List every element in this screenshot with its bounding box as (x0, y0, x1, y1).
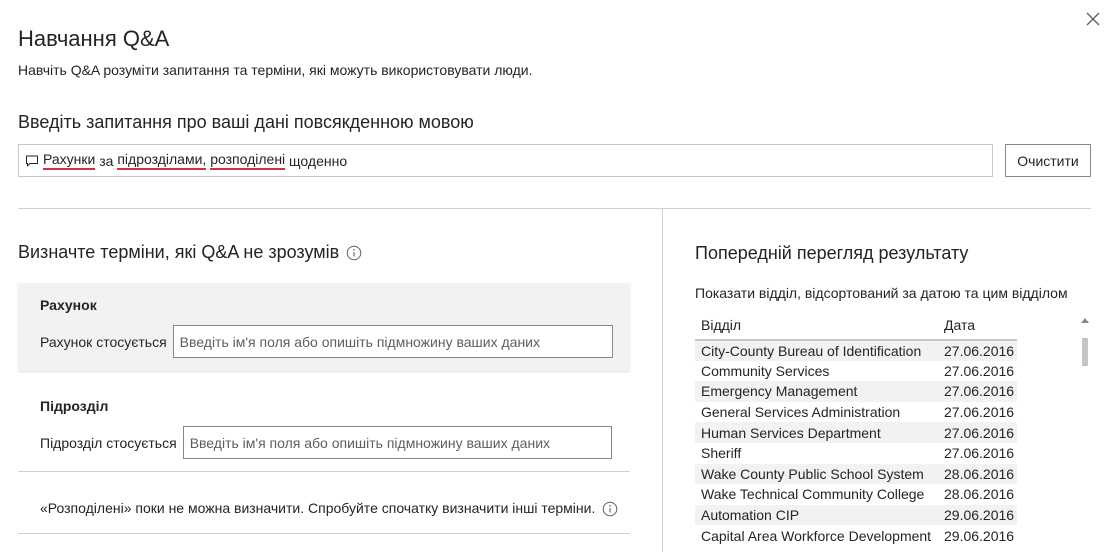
preview-scrollbar[interactable] (1080, 314, 1090, 552)
table-cell-date: 27.06.2016 (938, 422, 1017, 443)
table-cell-date: 29.06.2016 (938, 525, 1017, 546)
table-row: Wake Technical Community College 28.06.2… (695, 484, 1017, 505)
table-cell-department: Emergency Management (695, 381, 938, 402)
term-relation-label: Рахунок стосується (40, 333, 167, 350)
info-icon[interactable] (602, 501, 618, 516)
table-row: Community Services 27.06.2016 (695, 360, 1017, 382)
note-divider (18, 533, 630, 534)
question-token: щоденно (285, 152, 348, 169)
term-definition-input[interactable] (182, 426, 612, 459)
table-row: Automation CIP 29.06.2016 (695, 504, 1017, 526)
term-definition-row: Рахунок стосується (40, 325, 613, 358)
term-name: Підрозділ (40, 398, 109, 414)
panel-divider (662, 209, 663, 552)
dialog-subtitle: Навчіть Q&A розуміти запитання та термін… (18, 62, 533, 78)
table-cell-department: City-County Bureau of Identification (695, 340, 938, 361)
table-header-row: Відділ Дата (695, 310, 1017, 341)
table-row: City-County Bureau of Identification 27.… (695, 340, 1017, 361)
table-cell-department: General Services Administration (695, 401, 938, 423)
term-name: Рахунок (40, 297, 97, 313)
term-definition-input[interactable] (172, 325, 613, 358)
note-text: «Розподілені» поки не можна визначити. С… (40, 500, 596, 516)
table-row: General Services Administration 27.06.20… (695, 401, 1017, 423)
table-row: Sheriff 27.06.2016 (695, 442, 1017, 464)
table-cell-department: Wake Technical Community College (695, 484, 938, 505)
close-button[interactable] (1084, 10, 1102, 28)
term-card-rakhunok[interactable]: Рахунок Рахунок стосується (18, 283, 630, 371)
undefinable-term-note: «Розподілені» поки не можна визначити. С… (40, 500, 618, 516)
table-row: Human Services Department 27.06.2016 (695, 422, 1017, 443)
table-row: Wake County Public School System 28.06.2… (695, 463, 1017, 485)
table-cell-date: 27.06.2016 (938, 442, 1017, 464)
table-cell-department: Human Services Department (695, 422, 938, 443)
clear-button[interactable]: Очистити (1005, 144, 1091, 177)
table-row: Capital Area Workforce Development 29.06… (695, 525, 1017, 546)
scroll-up-arrow-icon[interactable] (1081, 318, 1089, 323)
question-token: за (95, 152, 118, 169)
question-token-flagged[interactable]: Рахунки (43, 151, 96, 170)
table-cell-department: Capital Area Workforce Development (695, 525, 938, 546)
table-cell-date: 27.06.2016 (938, 381, 1017, 402)
term-card-pidrozdil[interactable]: Підрозділ Підрозділ стосується (18, 384, 630, 472)
table-cell-department: Wake County Public School System (695, 463, 938, 485)
table-cell-department: Sheriff (695, 442, 938, 464)
scroll-thumb[interactable] (1082, 338, 1088, 366)
question-input[interactable]: Рахунки за підрозділами, розподілені щод… (18, 144, 993, 177)
table-row: Emergency Management 27.06.2016 (695, 381, 1017, 402)
question-label: Введіть запитання про ваші дані повсякде… (18, 112, 474, 132)
table-cell-date: 27.06.2016 (938, 401, 1017, 423)
define-terms-heading: Визначте терміни, які Q&A не зрозумів (18, 242, 362, 263)
table-cell-date: 27.06.2016 (938, 340, 1017, 361)
dialog-title: Навчання Q&A (18, 26, 170, 51)
preview-table: Відділ Дата City-County Bureau of Identi… (695, 310, 1017, 546)
table-cell-date: 29.06.2016 (938, 504, 1017, 526)
question-token-flagged[interactable]: підрозділами, (117, 151, 207, 170)
preview-subtitle: Показати відділ, відсортований за датою … (695, 285, 1068, 301)
table-cell-date: 28.06.2016 (938, 484, 1017, 505)
close-icon (1086, 12, 1100, 26)
term-definition-row: Підрозділ стосується (40, 426, 612, 459)
table-cell-department: Automation CIP (695, 504, 938, 526)
info-icon[interactable] (346, 245, 362, 261)
preview-title: Попередній перегляд результату (695, 243, 969, 263)
question-token-flagged[interactable]: розподілені (210, 151, 286, 170)
table-cell-date: 28.06.2016 (938, 463, 1017, 485)
column-header-date[interactable]: Дата (938, 310, 1017, 341)
define-terms-title: Визначте терміни, які Q&A не зрозумів (18, 242, 340, 262)
chat-bubble-icon (25, 154, 39, 168)
table-cell-date: 27.06.2016 (938, 360, 1017, 382)
section-divider (18, 208, 1091, 209)
column-header-department[interactable]: Відділ (695, 310, 938, 341)
term-relation-label: Підрозділ стосується (40, 434, 177, 451)
table-cell-department: Community Services (695, 360, 938, 382)
